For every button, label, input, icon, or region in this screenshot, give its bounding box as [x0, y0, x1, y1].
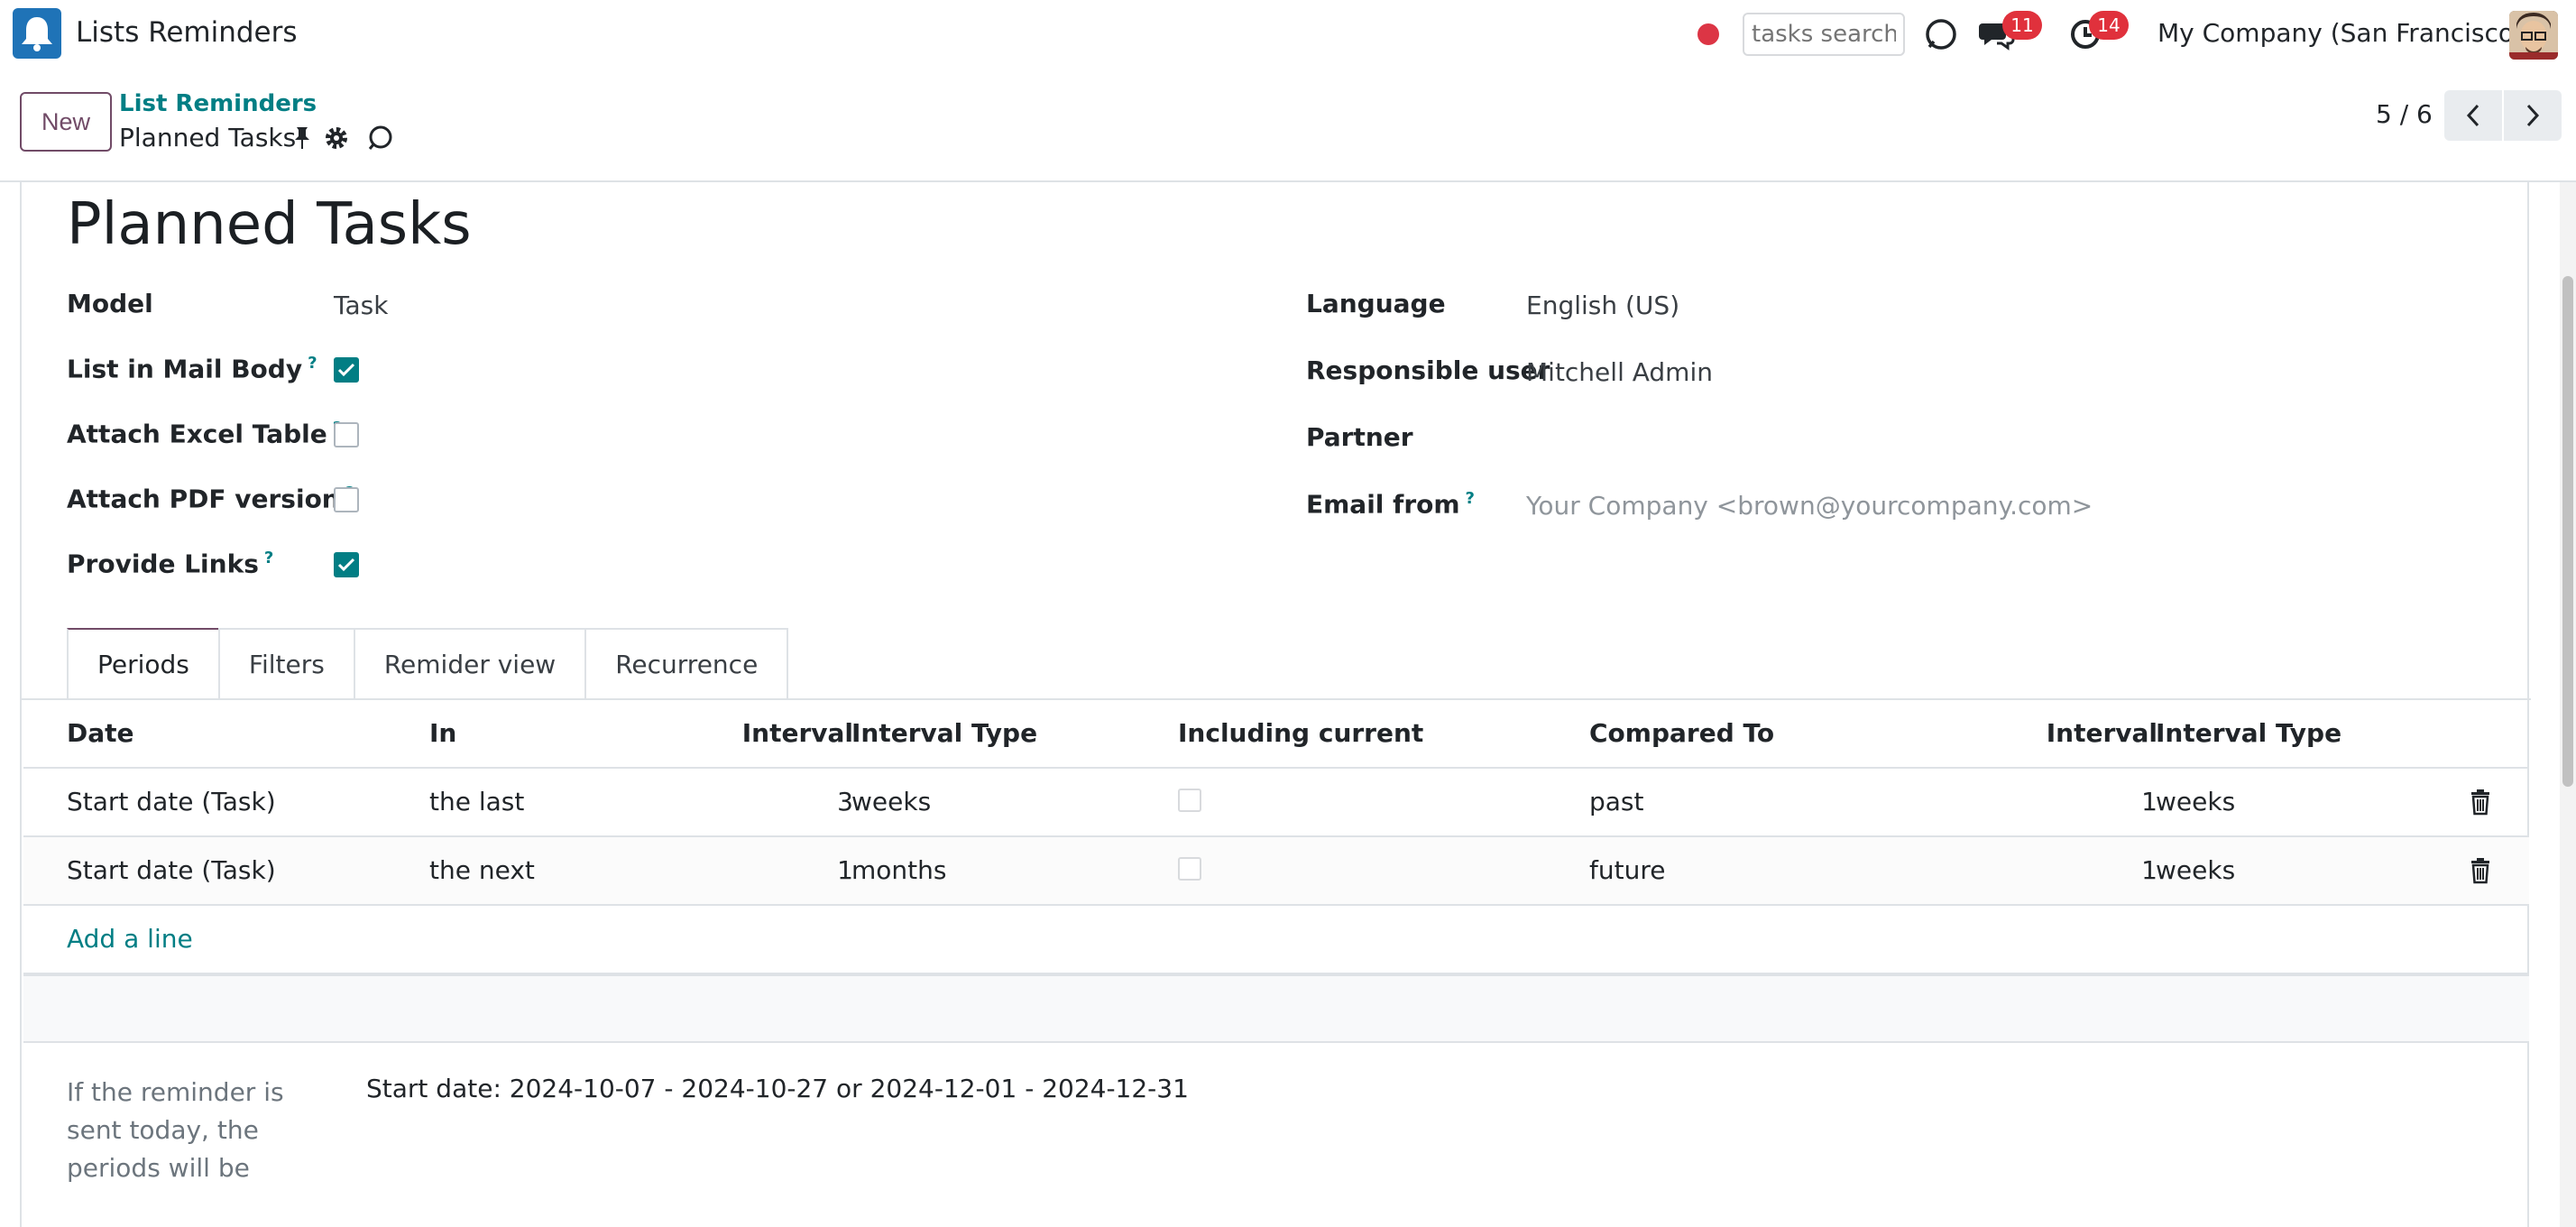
top-navbar: Lists Reminders 11 14 My Company (San Fr…	[0, 0, 2576, 70]
tab-periods[interactable]: Periods	[67, 628, 220, 698]
column-header-interval-type[interactable]: Interval Type	[851, 718, 1037, 748]
activity-bubble-icon[interactable]	[364, 123, 395, 153]
cell-interval-2[interactable]: 1	[1977, 787, 2157, 816]
language-field[interactable]: English (US)	[1526, 291, 1679, 320]
pager-value[interactable]: 5 / 6	[2376, 99, 2433, 129]
search-input[interactable]	[1743, 13, 1905, 56]
cell-interval-type[interactable]: weeks	[851, 787, 931, 816]
chevron-left-icon	[2466, 104, 2479, 127]
cell-interval-type-2[interactable]: weeks	[2156, 855, 2235, 885]
column-header-interval-2[interactable]: Interval	[1977, 718, 2157, 748]
trash-icon[interactable]	[2468, 857, 2493, 884]
list-in-mail-body-checkbox[interactable]	[334, 357, 359, 383]
model-field[interactable]: Task	[334, 291, 388, 320]
notebook-tabs: Periods Filters Remider view Recurrence	[67, 628, 789, 698]
check-icon	[337, 363, 355, 377]
periods-summary-label: If the reminder is sent today, the perio…	[67, 1077, 284, 1183]
activities-badge: 14	[2089, 11, 2129, 40]
column-header-date[interactable]: Date	[67, 718, 134, 748]
field-label-attach-excel-table: Attach Excel Table?	[67, 419, 342, 448]
help-tooltip-icon[interactable]: ?	[264, 549, 273, 567]
help-tooltip-icon[interactable]: ?	[1466, 489, 1475, 508]
breadcrumb-parent[interactable]: List Reminders	[119, 90, 317, 117]
field-label-language: Language	[1306, 289, 1446, 318]
cell-date[interactable]: Start date (Task)	[67, 855, 276, 885]
cell-in[interactable]: the last	[429, 787, 524, 816]
trash-icon[interactable]	[2468, 789, 2493, 816]
control-panel: New List Reminders Planned Tasks 5 / 6	[0, 70, 2576, 182]
chevron-right-icon	[2526, 104, 2540, 127]
pager-previous-button[interactable]	[2444, 90, 2502, 141]
table-row[interactable]: Start date (Task) the last 3 weeks past …	[23, 769, 2529, 837]
gear-icon[interactable]	[321, 123, 352, 153]
including-current-checkbox[interactable]	[1178, 857, 1201, 881]
cell-interval[interactable]: 3	[673, 787, 853, 816]
field-label-email-from: Email from?	[1306, 489, 1475, 520]
cell-compared-to[interactable]: future	[1589, 855, 1665, 885]
cell-interval-type-2[interactable]: weeks	[2156, 787, 2235, 816]
new-button[interactable]: New	[20, 92, 112, 152]
record-title[interactable]: Planned Tasks	[67, 191, 472, 258]
column-header-compared-to[interactable]: Compared To	[1589, 718, 1774, 748]
check-icon	[337, 558, 355, 572]
responsible-user-field[interactable]: Mitchell Admin	[1526, 357, 1713, 387]
attach-excel-table-checkbox[interactable]	[334, 422, 359, 447]
cell-interval-type[interactable]: months	[851, 855, 946, 885]
pager-next-button[interactable]	[2504, 90, 2562, 141]
provide-links-checkbox[interactable]	[334, 552, 359, 577]
form-sheet: Planned Tasks Model Task List in Mail Bo…	[20, 182, 2531, 1227]
field-label-list-in-mail-body: List in Mail Body?	[67, 354, 317, 384]
cell-in[interactable]: the next	[429, 855, 535, 885]
table-header: Date In Interval Interval Type Including…	[23, 700, 2529, 769]
scrollbar-thumb[interactable]	[2562, 276, 2573, 787]
cell-interval[interactable]: 1	[673, 855, 853, 885]
record-dot-icon[interactable]	[1697, 23, 1719, 45]
cell-interval-2[interactable]: 1	[1977, 855, 2157, 885]
periods-summary-value: Start date: 2024-10-07 - 2024-10-27 or 2…	[366, 1074, 1189, 1103]
field-label-provide-links: Provide Links?	[67, 549, 274, 579]
messages-badge: 11	[2002, 11, 2042, 40]
field-label-partner: Partner	[1306, 422, 1413, 452]
table-row[interactable]: Start date (Task) the next 1 months futu…	[23, 837, 2529, 906]
add-line-row	[23, 906, 2529, 974]
bell-icon[interactable]	[13, 8, 61, 59]
field-label-model: Model	[67, 289, 153, 318]
partner-field[interactable]	[1526, 424, 2067, 455]
table-footer	[23, 974, 2529, 1043]
phone-bubble-icon[interactable]	[1919, 13, 1963, 56]
help-tooltip-icon[interactable]: ?	[308, 354, 317, 373]
email-from-field[interactable]: Your Company <brown@yourcompany.com>	[1526, 491, 2093, 521]
tab-reminder-view[interactable]: Remider view	[353, 628, 587, 698]
tab-filters[interactable]: Filters	[217, 628, 355, 698]
column-header-interval-type-2[interactable]: Interval Type	[2156, 718, 2341, 748]
company-switcher[interactable]: My Company (San Francisco)	[2157, 18, 2524, 48]
column-header-interval[interactable]: Interval	[673, 718, 853, 748]
including-current-checkbox[interactable]	[1178, 789, 1201, 812]
add-a-line-link[interactable]: Add a line	[67, 924, 193, 954]
cell-date[interactable]: Start date (Task)	[67, 787, 276, 816]
pin-icon[interactable]	[287, 123, 317, 153]
breadcrumb-current: Planned Tasks	[119, 123, 297, 152]
column-header-including-current[interactable]: Including current	[1178, 718, 1423, 748]
tab-recurrence[interactable]: Recurrence	[584, 628, 789, 698]
field-label-responsible-user: Responsible user	[1306, 355, 1550, 385]
user-avatar[interactable]	[2509, 11, 2558, 60]
column-header-in[interactable]: In	[429, 718, 456, 748]
attach-pdf-version-checkbox[interactable]	[334, 487, 359, 512]
field-label-attach-pdf-version: Attach PDF version?	[67, 484, 354, 513]
app-name[interactable]: Lists Reminders	[76, 16, 298, 49]
cell-compared-to[interactable]: past	[1589, 787, 1644, 816]
